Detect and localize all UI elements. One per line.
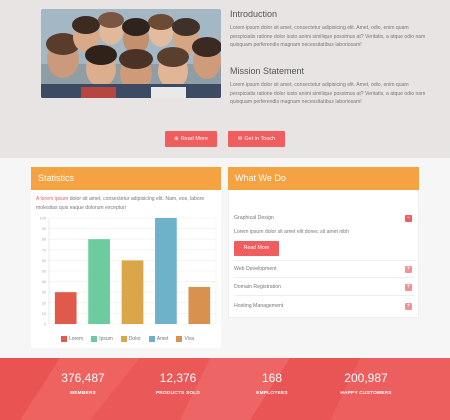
plus-icon[interactable]: + [405,303,412,310]
counter-value: 12,376 [159,371,197,385]
statistics-header: Statistics [31,167,221,190]
y-tick-label: 70 [42,248,46,252]
what-we-do-panel: Graphical Design − Lorem ipsum dolor sit… [228,190,419,318]
legend-swatch [120,336,127,342]
legend-label: Viva [184,336,195,342]
legend-label: Amet [156,336,169,342]
statistics-panel: A lorem ipsum dolor sit amet, consectetu… [31,190,221,348]
y-tick-label: 20 [42,301,46,305]
accordion-header-web-development[interactable]: Web Development + [234,261,415,278]
accordion-label: Domain Registration [234,284,281,290]
intro-section: Introduction Lorem ipsum dolor sit amet,… [0,0,450,158]
bar-dolor [121,260,144,324]
y-tick-label: 0 [44,323,46,327]
read-more-label: Read More [180,136,208,142]
counter-products-sold: 12,376 PRODUCTS SOLD [128,371,228,396]
accordion-description: Lorem ipsum dolor sit amet elit donec si… [234,229,349,235]
counter-happy-customers: 200,987 HAPPY CUSTOMERS [316,371,416,396]
accordion-header-hosting-management[interactable]: Hosting Management + [234,298,415,315]
legend-label: Lorem [69,336,84,342]
legend-item-lorem: Lorem [61,336,83,342]
read-more-button[interactable]: ⊕ Read More [165,131,217,147]
bar-lorem [54,292,77,324]
legend-swatch [61,336,67,342]
legend-item-amet: Amet [148,336,169,342]
legend-swatch [91,336,98,342]
counter-value: 168 [261,371,283,385]
legend-item-dolor: Dolor [120,336,141,342]
legend-label: Dolor [128,336,141,342]
envelope-icon: ✉ [237,136,243,142]
plus-icon[interactable]: + [405,266,412,273]
mission-block: Mission Statement Lorem ipsum dolor sit … [230,66,430,107]
legend-label: Ipsum [99,336,113,342]
counter-employees: 168 EMPLOYEES [222,371,322,396]
accordion-item-hosting-management[interactable]: Hosting Management + [234,298,415,315]
what-we-do-header: What We Do [228,167,419,190]
mission-text: Lorem ipsum dolor sit amet, consectetur … [230,82,426,106]
y-tick-label: 10 [42,312,46,316]
minus-icon[interactable]: − [405,215,412,222]
accordion-label: Hosting Management [234,303,284,309]
get-in-touch-button[interactable]: ✉ Get in Touch [228,131,285,147]
bar-viva [188,286,211,324]
accordion-item-graphical-design: Graphical Design − Lorem ipsum dolor sit… [234,210,415,256]
statistics-text-highlight: A lorem ipsum [36,196,69,202]
legend-item-viva: Viva [176,336,194,342]
introduction-title: Introduction [230,9,278,19]
statistics-text: A lorem ipsum dolor sit amet, consectetu… [36,195,216,212]
introduction-text: Lorem ipsum dolor sit amet, consectetur … [230,25,426,49]
counter-members: 376,487 MEMBERS [33,371,133,396]
plus-icon[interactable]: + [405,284,412,291]
y-tick-label: 30 [42,291,46,295]
bar-amet [155,218,177,324]
counter-value: 200,987 [344,371,388,385]
accordion-header-domain-registration[interactable]: Domain Registration + [234,279,415,296]
counter-value: 376,487 [61,371,105,385]
accordion-read-more-button[interactable]: Read More [234,241,279,256]
statistics-bar-chart: 0 10 20 30 40 50 60 70 80 90 100 [40,217,217,327]
introduction-block: Introduction Lorem ipsum dolor sit amet,… [230,9,430,50]
y-tick-label: 60 [42,259,46,263]
legend-swatch [176,336,183,342]
y-tick-label: 100 [40,217,46,221]
accordion-item-web-development[interactable]: Web Development + [234,260,415,278]
legend-swatch [148,336,155,342]
accordion-item-domain-registration[interactable]: Domain Registration + [234,279,415,296]
y-tick-label: 50 [42,270,46,274]
get-in-touch-label: Get in Touch [244,136,276,142]
y-tick-label: 40 [42,280,46,284]
accordion-header-graphical-design[interactable]: Graphical Design − [234,210,415,227]
counter-label: MEMBERS [70,391,96,396]
chart-legend: Lorem Ipsum Dolor Amet Viva [61,336,194,342]
counter-label: PRODUCTS SOLD [155,391,201,396]
counter-label: HAPPY CUSTOMERS [340,391,392,396]
counters-section: 376,487 MEMBERS 12,376 PRODUCTS SOLD 168… [0,358,450,420]
y-tick-label: 80 [42,238,46,242]
bar-ipsum [88,239,110,324]
legend-item-ipsum: Ipsum [91,336,113,342]
mission-title: Mission Statement [230,66,305,76]
plus-circle-icon: ⊕ [174,136,179,142]
accordion-label: Graphical Design [234,215,274,221]
y-tick-label: 90 [42,227,46,231]
counter-label: EMPLOYEES [256,391,288,396]
accordion-label: Web Development [234,266,277,272]
team-photo [41,9,221,98]
